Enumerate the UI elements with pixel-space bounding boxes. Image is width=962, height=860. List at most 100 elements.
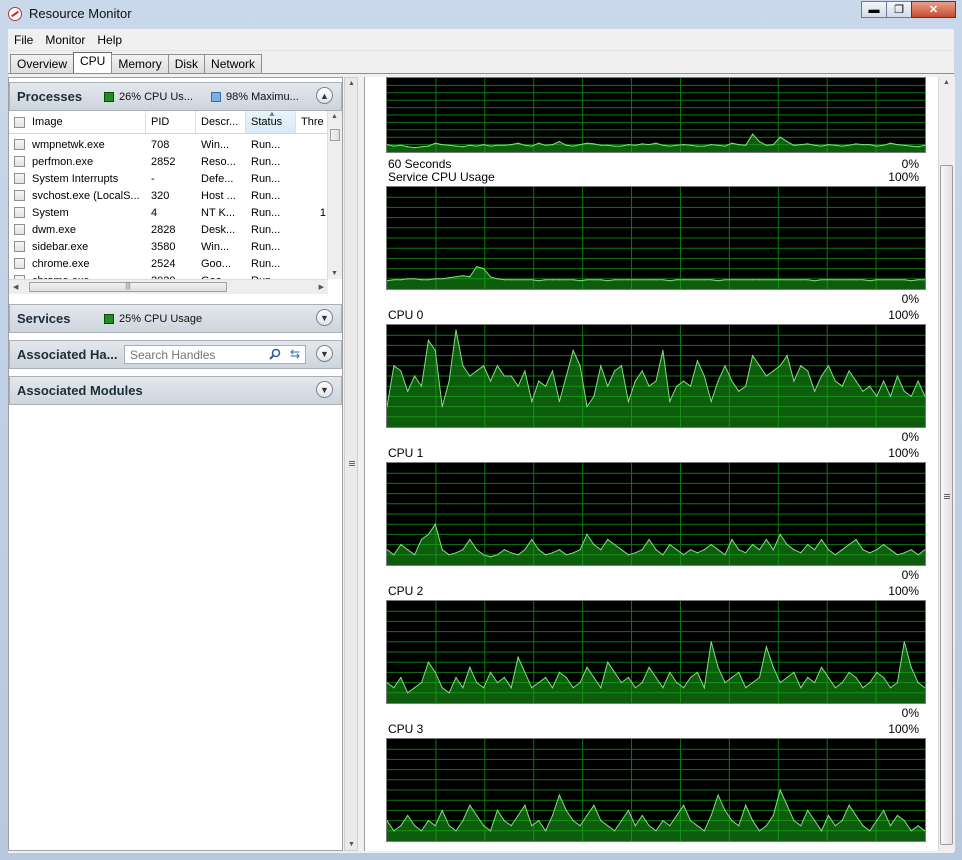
tab-memory[interactable]: Memory: [111, 54, 169, 74]
graph-title: CPU 1: [388, 446, 424, 460]
process-row[interactable]: chrome.exe 2524 Goo... Run...: [9, 255, 329, 272]
process-status: Run...: [251, 223, 281, 236]
expand-modules-chevron-down-icon[interactable]: ▼: [316, 381, 333, 398]
cpu-usage-point: [634, 825, 636, 827]
minimize-button[interactable]: ▬: [861, 1, 887, 18]
cpu-usage-point: [689, 279, 692, 281]
tab-network[interactable]: Network: [204, 54, 263, 74]
cpu-usage-point: [793, 279, 795, 281]
process-checkbox[interactable]: [14, 156, 25, 167]
pane-splitter[interactable]: ▲ ▼: [343, 77, 361, 851]
process-description: Win...: [201, 240, 230, 253]
cpu-usage-point: [614, 671, 616, 673]
graph-max-percent: 100%: [888, 584, 919, 598]
column-pid[interactable]: PID: [146, 111, 196, 133]
process-row[interactable]: sidebar.exe 3580 Win... Run...: [9, 238, 329, 255]
cpu-usage-point: [620, 682, 623, 684]
scroll-down-arrow-icon[interactable]: ▼: [331, 270, 338, 277]
scroll-left-arrow-icon[interactable]: ◀: [13, 283, 18, 291]
process-checkbox[interactable]: [14, 224, 25, 235]
cpu-usage-point: [517, 385, 519, 387]
select-all-checkbox[interactable]: [14, 116, 25, 128]
cpu-usage-point: [648, 666, 650, 668]
process-row[interactable]: svchost.exe (LocalS... 320 Host ... Run...: [9, 187, 329, 204]
process-checkbox[interactable]: [14, 241, 25, 252]
cpu-graph: [386, 600, 926, 704]
tab-disk[interactable]: Disk: [167, 54, 206, 74]
menu-file[interactable]: File: [8, 33, 39, 47]
expand-handles-chevron-down-icon[interactable]: ▼: [316, 345, 333, 362]
graphs-thumb-grip-line: [944, 498, 950, 499]
graphs-scrollbar[interactable]: ▲: [938, 77, 955, 851]
processes-vertical-thumb[interactable]: [330, 129, 340, 141]
column-description[interactable]: Descr...: [196, 111, 246, 133]
tab-overview[interactable]: Overview: [10, 54, 75, 74]
cpu-usage-point: [655, 676, 657, 679]
cpu-usage-point: [869, 280, 871, 282]
close-button[interactable]: ✕: [911, 1, 956, 18]
graph-max-percent: 100%: [888, 722, 919, 736]
cpu-usage-point: [414, 687, 416, 689]
services-header[interactable]: Services 25% CPU Usage ▼: [9, 304, 342, 333]
cpu-usage-point: [586, 406, 588, 408]
left-pane-scrollbar[interactable]: ▲ ▼: [344, 77, 358, 851]
cpu-usage-point: [779, 682, 781, 684]
refresh-search-icon[interactable]: ⇆: [288, 348, 302, 362]
cpu-usage-point: [758, 141, 761, 143]
menu-help[interactable]: Help: [91, 33, 128, 47]
menu-monitor[interactable]: Monitor: [39, 33, 91, 47]
cpu-usage-point: [455, 830, 457, 832]
process-checkbox[interactable]: [14, 190, 25, 201]
search-handles-input[interactable]: [128, 346, 262, 363]
process-row[interactable]: wmpnetwk.exe 708 Win... Run...: [9, 136, 329, 153]
cpu-usage-point: [669, 544, 671, 546]
cpu-usage-point: [703, 375, 705, 377]
cpu-usage-point: [676, 682, 678, 684]
process-row[interactable]: System Interrupts - Defe... Run...: [9, 170, 329, 187]
process-status: Run...: [251, 138, 281, 151]
graphs-scroll-thumb[interactable]: [940, 165, 953, 845]
cpu-usage-point: [400, 676, 402, 679]
column-image[interactable]: Image: [9, 111, 146, 133]
search-icon[interactable]: [269, 348, 281, 360]
cpu-usage-point: [641, 682, 643, 684]
processes-header[interactable]: Processes 26% CPU Us... 98% Maximu... ▲: [9, 82, 342, 111]
processes-horizontal-scrollbar[interactable]: ◀ ||| ▶: [9, 279, 328, 294]
left-pane-scroll-down-icon[interactable]: ▼: [348, 841, 355, 848]
cpu-usage-point: [710, 400, 712, 403]
process-row[interactable]: perfmon.exe 2852 Reso... Run...: [9, 153, 329, 170]
cpu-usage-point: [889, 549, 892, 551]
process-checkbox[interactable]: [14, 173, 25, 184]
title-bar[interactable]: Resource Monitor ▬ ❐ ✕: [0, 0, 962, 28]
cpu-usage-area: [387, 330, 925, 427]
collapse-processes-chevron-up-icon[interactable]: ▲: [316, 87, 333, 104]
cpu-usage-point: [614, 830, 616, 832]
cpu-usage-point: [586, 142, 588, 144]
scroll-right-arrow-icon[interactable]: ▶: [319, 283, 324, 291]
associated-modules-header[interactable]: Associated Modules ▼: [9, 376, 342, 405]
tab-cpu[interactable]: CPU: [73, 52, 113, 74]
process-checkbox[interactable]: [14, 258, 25, 269]
cpu-usage-point: [565, 676, 567, 679]
graphs-thumb-grip-line: [944, 496, 950, 497]
processes-horizontal-thumb[interactable]: |||: [29, 282, 227, 292]
scroll-up-arrow-icon[interactable]: ▲: [331, 113, 338, 120]
column-status[interactable]: ▲ Status: [246, 111, 296, 133]
column-threads[interactable]: Thre: [296, 111, 329, 133]
cpu-usage-point: [648, 279, 650, 281]
process-checkbox[interactable]: [14, 139, 25, 150]
process-row[interactable]: System 4 NT K... Run... 1: [9, 204, 329, 221]
cpu-usage-point: [448, 380, 450, 382]
maximize-button[interactable]: ❐: [886, 1, 912, 18]
process-checkbox[interactable]: [14, 207, 25, 218]
graphs-scroll-up-icon[interactable]: ▲: [943, 79, 950, 86]
cpu-usage-point: [889, 279, 892, 281]
expand-services-chevron-down-icon[interactable]: ▼: [316, 309, 333, 326]
cpu-usage-point: [841, 279, 843, 281]
process-pid: 708: [151, 138, 170, 151]
process-row[interactable]: dwm.exe 2828 Desk... Run...: [9, 221, 329, 238]
associated-handles-header[interactable]: Associated Ha... ⇆ ▼: [9, 340, 342, 369]
left-pane-scroll-up-icon[interactable]: ▲: [348, 80, 355, 87]
cpu-usage-point: [434, 349, 436, 352]
processes-vertical-scrollbar[interactable]: ▲ ▼: [327, 111, 342, 279]
